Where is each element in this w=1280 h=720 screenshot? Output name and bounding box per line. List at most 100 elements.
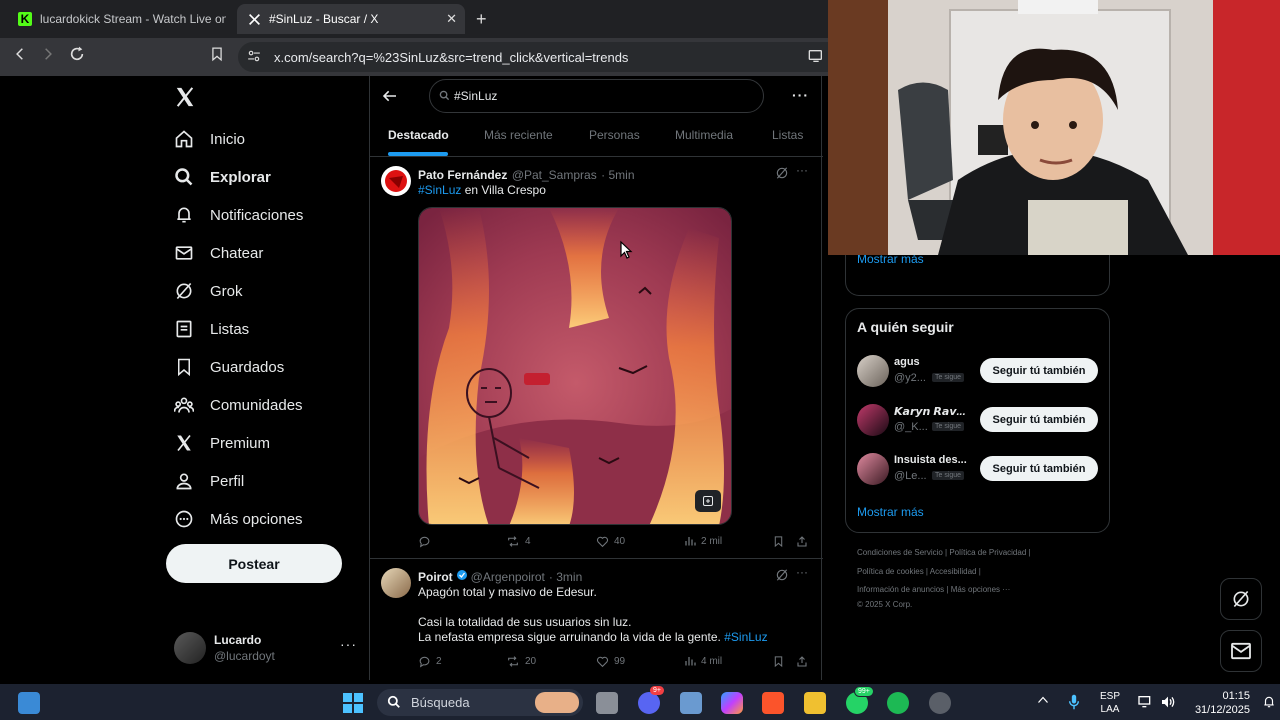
footer-links-row[interactable]: Política de cookies | Accesibilidad |: [857, 567, 981, 576]
tab-sinluz-search[interactable]: #SinLuz - Buscar / X ✕: [237, 4, 465, 34]
tab-multimedia[interactable]: Multimedia: [675, 128, 733, 142]
tweet-author-name[interactable]: Poirot: [418, 570, 453, 584]
sidebar-item-guardados[interactable]: Guardados: [172, 352, 284, 382]
sidebar-item-comunidades[interactable]: Comunidades: [172, 390, 303, 420]
sidebar-item-premium[interactable]: Premium: [172, 428, 270, 458]
account-switcher[interactable]: Lucardo @lucardoyt ···: [174, 630, 364, 666]
footer-links-row[interactable]: Información de anuncios | Más opciones ·…: [857, 585, 1010, 594]
gif-settings-icon[interactable]: [695, 490, 721, 512]
whatsapp-icon[interactable]: 99+: [846, 686, 874, 714]
network-icon[interactable]: [1137, 694, 1153, 715]
file-explorer-icon[interactable]: [804, 692, 826, 714]
more-dots-icon[interactable]: ···: [340, 636, 357, 652]
tweet-author-name[interactable]: Pato Fernández: [418, 168, 507, 182]
grok-icon[interactable]: [775, 568, 789, 587]
taskbar-search-input[interactable]: Búsqueda: [377, 689, 583, 716]
sidebar-item-notificaciones[interactable]: Notificaciones: [172, 200, 303, 230]
follow-suggestion[interactable]: agus @y2... Te sigue Seguir tú también: [846, 354, 1111, 394]
site-settings-icon[interactable]: [247, 49, 261, 66]
tab-kick-stream[interactable]: K lucardokick Stream - Watch Live on K: [8, 4, 236, 34]
avatar[interactable]: [381, 568, 411, 598]
reply-button[interactable]: 2: [418, 655, 442, 668]
task-view-icon[interactable]: [596, 692, 618, 714]
tweet-media-gif[interactable]: [418, 207, 732, 525]
views-button[interactable]: 4 mil: [684, 655, 722, 667]
suggestion-name[interactable]: agus: [894, 356, 920, 368]
tab-listas[interactable]: Listas: [772, 128, 803, 142]
sidebar-item-listas[interactable]: Listas: [172, 314, 249, 344]
bookmark-icon[interactable]: [773, 535, 784, 553]
tab-mas-reciente[interactable]: Más reciente: [484, 128, 553, 142]
grok-icon[interactable]: [775, 166, 789, 185]
address-bar[interactable]: x.com/search?q=%23SinLuz&src=trend_click…: [238, 42, 828, 72]
tab-destacado[interactable]: Destacado: [388, 128, 449, 142]
follow-back-button[interactable]: Seguir tú también: [980, 456, 1098, 481]
sidebar-item-mas-opciones[interactable]: Más opciones: [172, 504, 303, 534]
tweet[interactable]: Poirot @Argenpoirot · 3min ··· Apagón to…: [370, 559, 823, 680]
bookmark-icon[interactable]: [773, 655, 784, 673]
show-more-link[interactable]: Mostrar más: [857, 505, 924, 519]
avatar[interactable]: [857, 355, 889, 387]
avatar[interactable]: [381, 166, 411, 196]
sidebar-item-explorar[interactable]: Explorar: [172, 162, 271, 192]
copilot-icon[interactable]: [721, 692, 743, 714]
like-button[interactable]: 99: [596, 655, 625, 668]
tweet-time[interactable]: · 5min: [601, 168, 634, 182]
widgets-icon[interactable]: [18, 692, 40, 714]
windows-start-icon[interactable]: [342, 692, 364, 714]
sidebar-item-chatear[interactable]: Chatear: [172, 238, 263, 268]
tweet-more-icon[interactable]: ···: [796, 565, 808, 579]
language-indicator[interactable]: ESP LAA: [1100, 690, 1120, 716]
tweet-author-handle[interactable]: @Argenpoirot: [471, 570, 545, 584]
back-button[interactable]: [9, 46, 31, 66]
follow-suggestion[interactable]: 𝙆𝙖𝙧𝙮𝙣 𝙍𝙖𝙫... @_K... Te sigue Seguir tú t…: [846, 403, 1111, 443]
chevron-up-icon[interactable]: [1037, 695, 1049, 708]
retweet-button[interactable]: 20: [506, 655, 536, 668]
app-icon[interactable]: [680, 692, 702, 714]
avatar[interactable]: [857, 404, 889, 436]
close-tab-icon[interactable]: ✕: [446, 11, 457, 27]
new-tab-button[interactable]: +: [476, 9, 487, 30]
notifications-bell-icon[interactable]: [1262, 694, 1276, 715]
post-button[interactable]: Postear: [166, 544, 342, 583]
sidebar-item-perfil[interactable]: Perfil: [172, 466, 244, 496]
clock[interactable]: 01:15 31/12/2025: [1190, 689, 1250, 717]
views-button[interactable]: 2 mil: [684, 535, 722, 547]
footer-links-row[interactable]: Condiciones de Servicio | Política de Pr…: [857, 548, 1031, 557]
suggestion-name[interactable]: 𝙆𝙖𝙧𝙮𝙣 𝙍𝙖𝙫...: [894, 405, 966, 418]
tweet-author-handle[interactable]: @Pat_Sampras: [512, 168, 597, 182]
back-arrow-icon[interactable]: [382, 88, 398, 109]
hashtag-link[interactable]: #SinLuz: [724, 630, 767, 644]
microphone-icon[interactable]: [1068, 694, 1080, 715]
app-icon[interactable]: [929, 692, 951, 714]
tweet-more-icon[interactable]: ···: [796, 163, 808, 177]
follow-suggestion[interactable]: Insuista des... @Le... Te sigue Seguir t…: [846, 452, 1111, 492]
hashtag-link[interactable]: #SinLuz: [418, 183, 461, 197]
share-icon[interactable]: [796, 535, 808, 553]
sidebar-item-inicio[interactable]: Inicio: [172, 124, 245, 154]
more-options-icon[interactable]: ···: [792, 87, 809, 103]
suggestion-name[interactable]: Insuista des...: [894, 454, 967, 466]
messages-float-button[interactable]: [1220, 630, 1262, 672]
sidebar-item-grok[interactable]: Grok: [172, 276, 243, 306]
spotify-icon[interactable]: [887, 692, 909, 714]
search-input[interactable]: #SinLuz: [429, 79, 764, 113]
forward-button[interactable]: [37, 46, 59, 66]
tweet[interactable]: Pato Fernández @Pat_Sampras · 5min ··· #…: [370, 157, 823, 558]
like-button[interactable]: 40: [596, 535, 625, 548]
volume-icon[interactable]: [1160, 694, 1176, 715]
brave-browser-icon[interactable]: [762, 692, 784, 714]
share-icon[interactable]: [796, 655, 808, 673]
discord-icon[interactable]: 9+: [638, 686, 664, 714]
retweet-button[interactable]: 4: [506, 535, 531, 548]
follow-back-button[interactable]: Seguir tú también: [980, 358, 1098, 383]
reply-button[interactable]: [418, 535, 436, 548]
reload-button[interactable]: [66, 46, 88, 67]
x-logo-icon[interactable]: [174, 86, 196, 113]
avatar[interactable]: [857, 453, 889, 485]
bookmark-page-icon[interactable]: [206, 46, 228, 67]
grok-float-button[interactable]: [1220, 578, 1262, 620]
tab-personas[interactable]: Personas: [589, 128, 640, 142]
cast-icon[interactable]: [808, 49, 824, 66]
tweet-time[interactable]: · 3min: [549, 570, 582, 584]
